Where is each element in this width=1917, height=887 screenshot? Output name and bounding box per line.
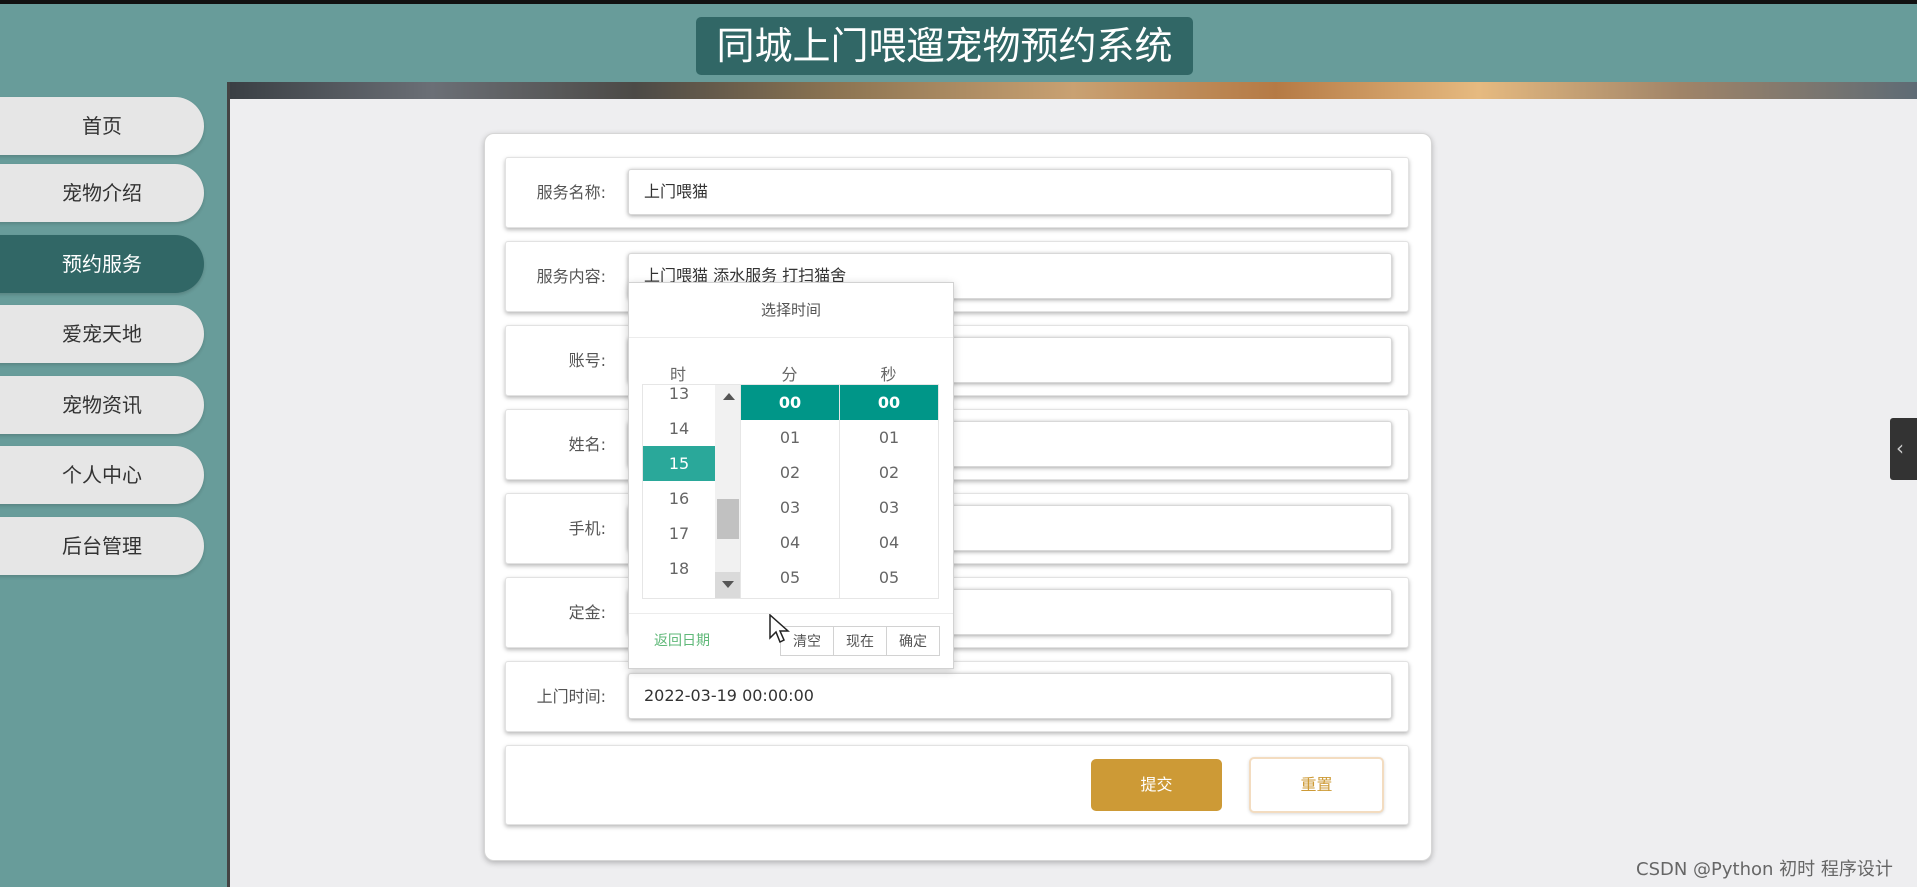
time-picker-title: 选择时间 [629, 283, 953, 338]
second-option[interactable]: 05 [840, 560, 938, 595]
sidebar-item-label: 宠物资讯 [62, 393, 142, 417]
hour-option-selected[interactable]: 15 [643, 446, 715, 481]
reset-button[interactable]: 重置 [1249, 757, 1384, 813]
minute-option[interactable]: 03 [741, 490, 839, 525]
site-title: 同城上门喂遛宠物预约系统 [696, 17, 1193, 75]
second-option-selected[interactable]: 00 [840, 385, 938, 420]
top-header: 同城上门喂遛宠物预约系统 [0, 0, 1917, 82]
sidebar-item-label: 宠物介绍 [62, 181, 142, 205]
scroll-down-arrow-icon[interactable] [722, 581, 734, 588]
sidebar-divider [227, 82, 230, 887]
time-picker-popup: 选择时间 时 分 秒 13 14 15 16 17 18 00 01 02 03… [628, 282, 954, 669]
submit-button[interactable]: 提交 [1091, 759, 1222, 811]
account-label: 账号: [568, 351, 606, 370]
chevron-left-icon: ‹ [1896, 436, 1904, 460]
hour-option[interactable]: 18 [643, 551, 715, 586]
sidebar-item-label: 预约服务 [62, 252, 142, 276]
name-label: 姓名: [568, 435, 606, 454]
mouse-pointer-icon [769, 614, 790, 644]
minute-option[interactable]: 01 [741, 420, 839, 455]
confirm-button[interactable]: 确定 [886, 626, 940, 656]
visit-time-input[interactable] [628, 673, 1392, 719]
scroll-up-arrow-icon[interactable] [723, 393, 735, 400]
sidebar-item-label: 爱宠天地 [62, 322, 142, 346]
hour-option[interactable]: 16 [643, 481, 715, 516]
phone-label: 手机: [568, 519, 606, 538]
minute-option[interactable]: 04 [741, 525, 839, 560]
banner-image [230, 82, 1917, 99]
minute-column-header: 分 [781, 365, 798, 384]
hour-option[interactable]: 17 [643, 516, 715, 551]
sidebar-nav: 首页 宠物介绍 预约服务 爱宠天地 宠物资讯 个人中心 后台管理 [0, 82, 227, 887]
minute-option[interactable]: 05 [741, 560, 839, 595]
visit-time-label: 上门时间: [536, 687, 606, 706]
minute-list[interactable]: 00 01 02 03 04 05 [740, 384, 840, 599]
scroll-thumb[interactable] [717, 499, 739, 539]
hour-option[interactable]: 13 [643, 385, 715, 411]
watermark-text: CSDN @Python 初时 程序设计 [1636, 859, 1893, 880]
service-name-label: 服务名称: [536, 183, 606, 202]
second-option[interactable]: 02 [840, 455, 938, 490]
second-column-header: 秒 [880, 365, 897, 384]
second-list[interactable]: 00 01 02 03 04 05 [839, 384, 939, 599]
sidebar-item-personal-center[interactable]: 个人中心 [0, 446, 204, 504]
deposit-label: 定金: [568, 603, 606, 622]
sidebar-item-home[interactable]: 首页 [0, 97, 204, 155]
sidebar-item-label: 首页 [82, 114, 122, 138]
service-content-label: 服务内容: [536, 267, 606, 286]
sidebar-item-pet-intro[interactable]: 宠物介绍 [0, 164, 204, 222]
second-option[interactable]: 03 [840, 490, 938, 525]
hour-scrollbar[interactable] [715, 385, 741, 598]
sidebar-item-label: 个人中心 [62, 463, 142, 487]
sidebar-item-pet-world[interactable]: 爱宠天地 [0, 305, 204, 363]
hour-option[interactable]: 14 [643, 411, 715, 446]
sidebar-item-booking-service[interactable]: 预约服务 [0, 235, 204, 293]
form-actions-row: 提交 重置 [505, 745, 1409, 825]
hour-column-header: 时 [669, 365, 686, 384]
minute-option-selected[interactable]: 00 [741, 385, 839, 420]
back-to-date-link[interactable]: 返回日期 [654, 630, 710, 650]
now-button[interactable]: 现在 [833, 626, 887, 656]
form-row-visit-time: 上门时间: [505, 661, 1409, 732]
service-name-input[interactable] [628, 169, 1392, 215]
second-option[interactable]: 04 [840, 525, 938, 560]
sidebar-item-pet-news[interactable]: 宠物资讯 [0, 376, 204, 434]
minute-option[interactable]: 02 [741, 455, 839, 490]
second-option[interactable]: 01 [840, 420, 938, 455]
form-row-service-name: 服务名称: [505, 157, 1409, 228]
side-panel-toggle[interactable]: ‹ [1890, 418, 1917, 480]
time-picker-footer: 返回日期 清空 现在 确定 [629, 613, 953, 669]
hour-list[interactable]: 13 14 15 16 17 18 [642, 384, 742, 599]
sidebar-item-admin[interactable]: 后台管理 [0, 517, 204, 575]
sidebar-item-label: 后台管理 [62, 534, 142, 558]
